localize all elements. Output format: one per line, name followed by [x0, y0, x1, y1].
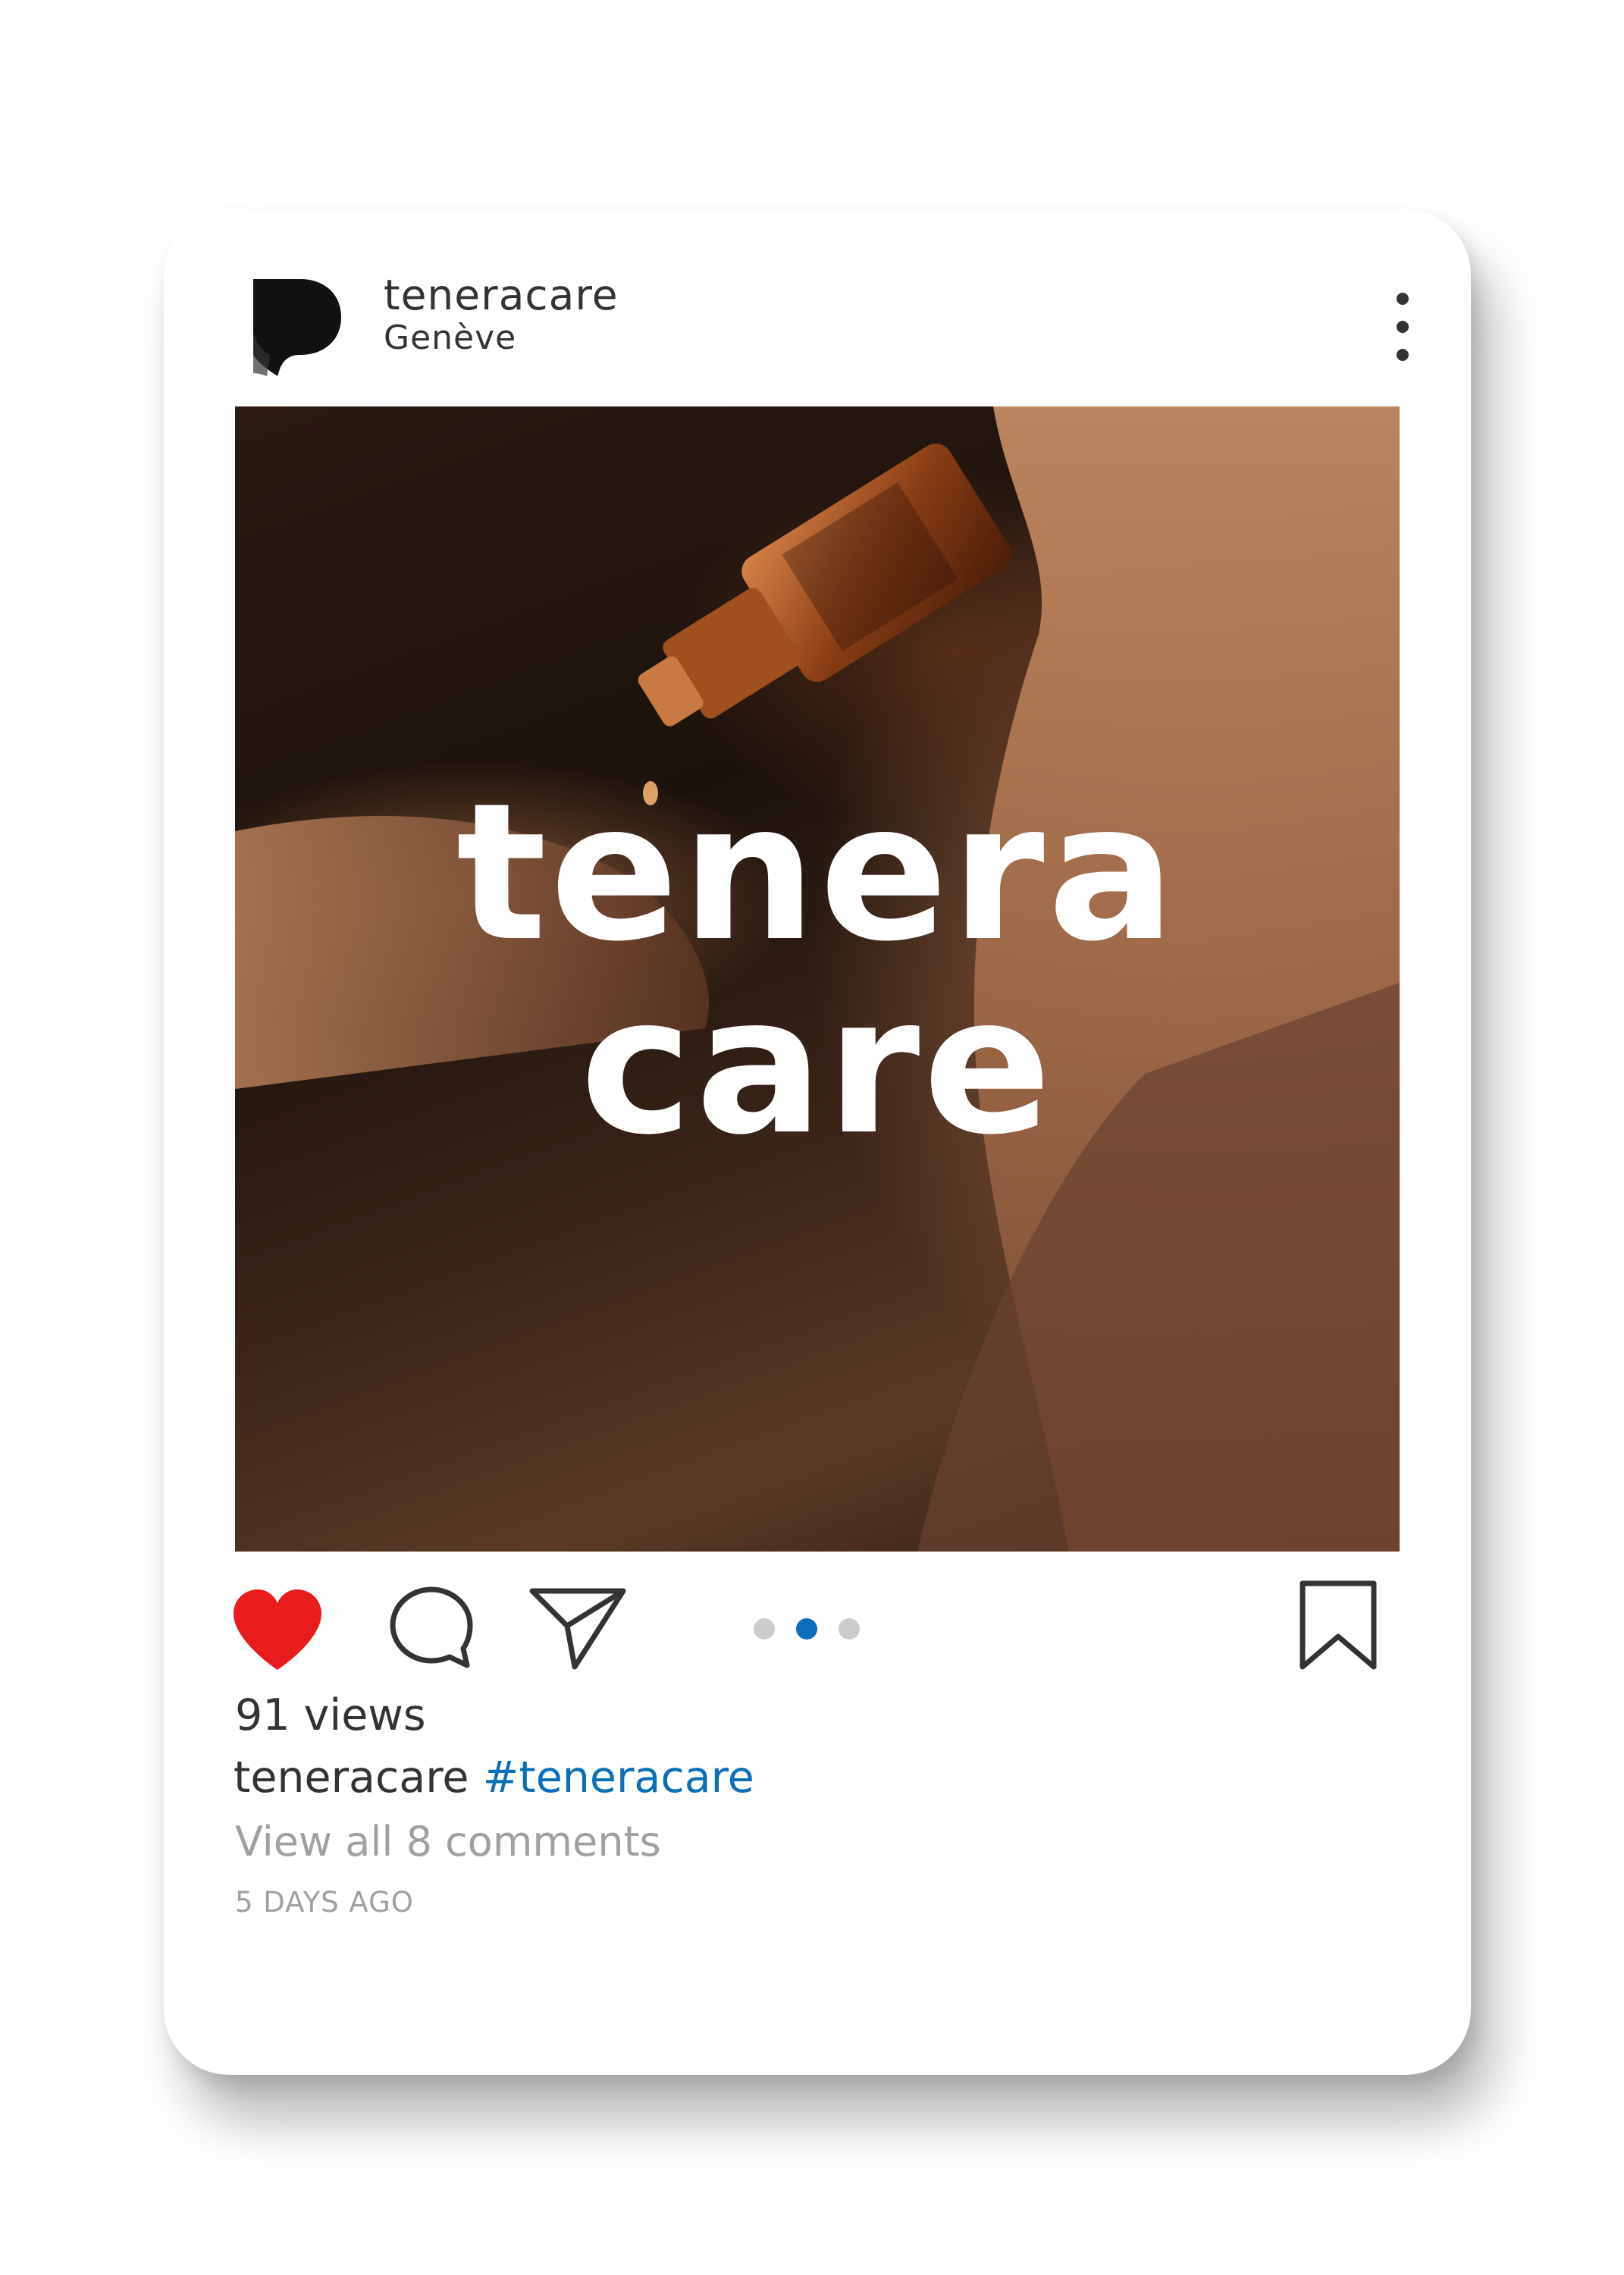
oil-bottle-icon	[638, 444, 1011, 726]
view-count: 91 views	[235, 1690, 426, 1740]
heart-icon[interactable]	[230, 1588, 324, 1671]
caption-author[interactable]: teneracare	[234, 1753, 469, 1803]
view-comments-link[interactable]: View all 8 comments	[235, 1822, 661, 1862]
instagram-post-card: teneracare Genève tenera care 91 views t…	[164, 209, 1471, 2075]
caption-hashtag[interactable]: #teneracare	[483, 1753, 754, 1803]
more-dot	[1397, 293, 1409, 305]
carousel-dot[interactable]	[839, 1618, 860, 1640]
carousel-dot[interactable]	[754, 1618, 775, 1640]
post-username[interactable]: teneracare	[384, 275, 619, 316]
brand-logo-icon[interactable]	[247, 279, 341, 376]
carousel-dot-active[interactable]	[796, 1618, 817, 1640]
post-timestamp: 5 DAYS AGO	[235, 1886, 414, 1919]
brand-wordmark-line1: tenera	[456, 762, 1179, 983]
brand-wordmark-line2: care	[580, 956, 1055, 1176]
post-caption: teneracare #teneracare	[234, 1756, 754, 1800]
more-dot	[1397, 349, 1409, 361]
post-location[interactable]: Genève	[384, 322, 516, 355]
carousel-indicator	[754, 1618, 860, 1640]
bookmark-icon[interactable]	[1298, 1580, 1378, 1671]
more-vertical-icon[interactable]	[1387, 293, 1418, 361]
post-image[interactable]: tenera care	[235, 406, 1400, 1552]
more-dot	[1397, 321, 1409, 333]
send-icon[interactable]	[529, 1585, 626, 1671]
comment-icon[interactable]	[388, 1585, 475, 1671]
